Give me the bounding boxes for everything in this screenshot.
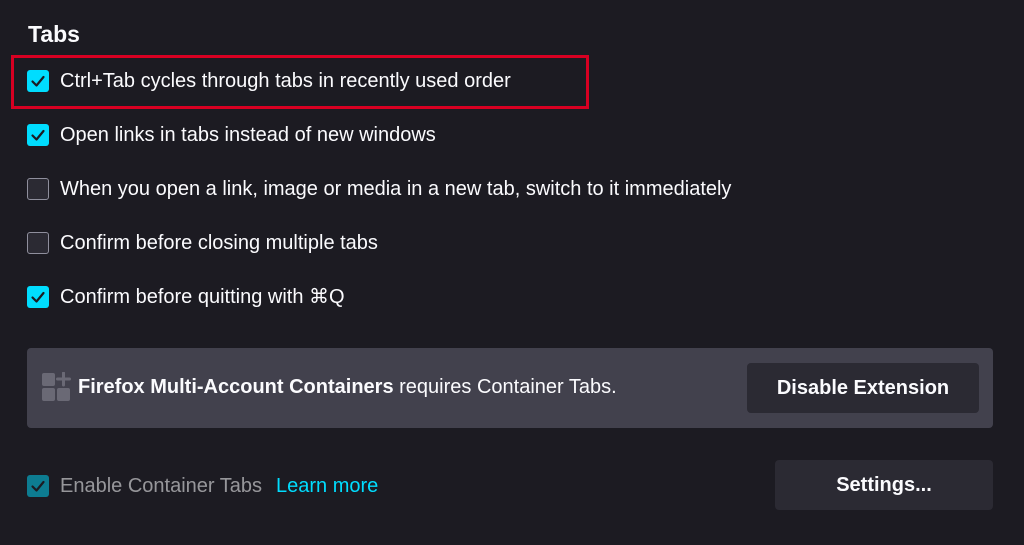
preferences-tabs-section: Tabs Ctrl+Tab cycles through tabs in rec… [0, 0, 1024, 545]
option-label: Open links in tabs instead of new window… [60, 124, 436, 146]
checkbox-confirm-closing-tabs[interactable] [27, 232, 49, 254]
checkbox-confirm-quitting[interactable] [27, 286, 49, 308]
option-label: Confirm before quitting with ⌘Q [60, 286, 345, 308]
disable-extension-button[interactable]: Disable Extension [747, 363, 979, 413]
option-label: Enable Container Tabs [60, 475, 262, 497]
extension-puzzle-icon [42, 372, 71, 401]
option-ctrl-tab-cycles[interactable]: Ctrl+Tab cycles through tabs in recently… [27, 67, 511, 95]
notice-message: Firefox Multi-Account Containers require… [78, 373, 617, 401]
checkmark-icon [31, 129, 45, 141]
learn-more-link[interactable]: Learn more [276, 472, 378, 500]
option-confirm-quitting[interactable]: Confirm before quitting with ⌘Q [27, 283, 345, 311]
option-label: Confirm before closing multiple tabs [60, 232, 378, 254]
option-switch-to-new-tab[interactable]: When you open a link, image or media in … [27, 175, 731, 203]
option-confirm-closing-tabs[interactable]: Confirm before closing multiple tabs [27, 229, 378, 257]
checkmark-icon [31, 480, 45, 492]
checkbox-enable-container-tabs[interactable] [27, 475, 49, 497]
checkmark-icon [31, 291, 45, 303]
option-label: When you open a link, image or media in … [60, 178, 732, 200]
checkmark-icon [31, 75, 45, 87]
option-enable-container-tabs[interactable]: Enable Container Tabs Learn more [27, 472, 378, 500]
option-open-links-in-tabs[interactable]: Open links in tabs instead of new window… [27, 121, 436, 149]
checkbox-switch-to-new-tab[interactable] [27, 178, 49, 200]
notice-message-text: requires Container Tabs. [393, 376, 617, 398]
settings-button[interactable]: Settings... [775, 460, 993, 510]
checkbox-open-links-in-tabs[interactable] [27, 124, 49, 146]
option-label: Ctrl+Tab cycles through tabs in recently… [60, 70, 511, 92]
extension-name: Firefox Multi-Account Containers [78, 376, 394, 398]
section-title: Tabs [28, 21, 80, 47]
extension-notice: Firefox Multi-Account Containers require… [27, 348, 993, 428]
checkbox-ctrl-tab-cycles[interactable] [27, 70, 49, 92]
